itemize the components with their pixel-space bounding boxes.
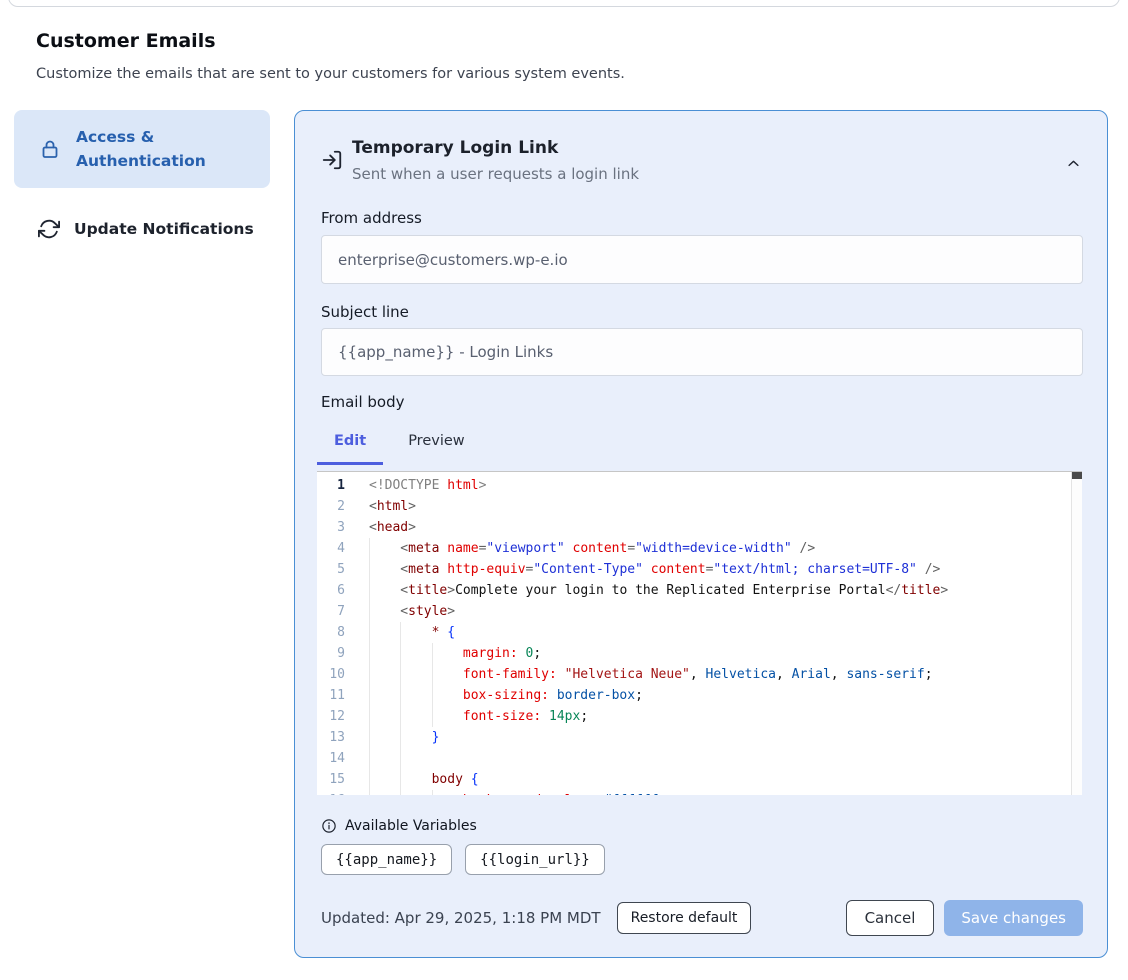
panel-subtitle: Sent when a user requests a login link [352,165,639,183]
cancel-button[interactable]: Cancel [846,900,935,936]
line-number: 12 [317,706,369,727]
code-editor-lines: 1<!DOCTYPE html>2<html>3<head>4 <meta na… [317,472,1082,795]
from-address-input[interactable] [321,235,1083,284]
code-line: 14 [317,748,1082,769]
code-line: 9 margin: 0; [317,643,1082,664]
line-number: 16 [317,790,369,795]
panel-footer: Updated: Apr 29, 2025, 1:18 PM MDT Resto… [321,900,1083,936]
code-line: 6 <title>Complete your login to the Repl… [317,580,1082,601]
sidebar-item-access-authentication[interactable]: Access & Authentication [14,110,270,188]
refresh-icon [38,218,60,240]
code-line: 15 body { [317,769,1082,790]
tab-preview[interactable]: Preview [391,433,481,465]
line-number: 8 [317,622,369,643]
variable-chip[interactable]: {{login_url}} [465,844,605,875]
save-changes-button[interactable]: Save changes [944,900,1083,936]
customer-emails-page: Customer Emails Customize the emails tha… [0,0,1128,980]
temporary-login-link-panel: Temporary Login Link Sent when a user re… [294,110,1108,958]
sidebar-item-label: Access & Authentication [76,125,246,173]
page-title: Customer Emails [36,30,216,52]
sidebar-item-update-notifications[interactable]: Update Notifications [14,209,270,249]
line-number: 10 [317,664,369,685]
info-icon [321,818,337,834]
updated-timestamp: Updated: Apr 29, 2025, 1:18 PM MDT [321,909,601,927]
line-number: 2 [317,496,369,517]
code-line: 8 * { [317,622,1082,643]
code-line: 12 font-size: 14px; [317,706,1082,727]
login-icon [321,149,343,171]
from-address-label: From address [321,209,422,227]
line-number: 11 [317,685,369,706]
subject-line-label: Subject line [321,303,409,321]
previous-card-bottom-edge [8,0,1120,7]
page-subtitle: Customize the emails that are sent to yo… [36,66,625,82]
line-number: 7 [317,601,369,622]
variable-chip[interactable]: {{app_name}} [321,844,452,875]
line-number: 1 [317,475,369,496]
available-variables-label: Available Variables [345,818,477,834]
collapse-panel-button[interactable] [1061,151,1085,175]
editor-scrollbar[interactable] [1071,472,1082,795]
lock-icon [38,137,62,161]
code-line: 2<html> [317,496,1082,517]
editor-scrollbar-thumb[interactable] [1072,472,1082,479]
code-line: 7 <style> [317,601,1082,622]
code-line: 16 background-color: #ffffff; [317,790,1082,795]
sidebar-item-label: Update Notifications [74,217,254,241]
code-line: 4 <meta name="viewport" content="width=d… [317,538,1082,559]
panel-title: Temporary Login Link [352,138,558,158]
code-line: 11 box-sizing: border-box; [317,685,1082,706]
tab-edit[interactable]: Edit [317,433,383,465]
line-number: 9 [317,643,369,664]
line-number: 14 [317,748,369,769]
line-number: 5 [317,559,369,580]
chevron-up-icon [1066,156,1081,171]
email-body-tabs: Edit Preview [317,433,490,465]
code-line: 1<!DOCTYPE html> [317,475,1082,496]
line-number: 3 [317,517,369,538]
email-body-label: Email body [321,393,404,411]
code-editor[interactable]: 1<!DOCTYPE html>2<html>3<head>4 <meta na… [317,471,1082,795]
subject-line-input[interactable] [321,328,1083,376]
available-variables-row: Available Variables [321,818,477,834]
line-number: 13 [317,727,369,748]
code-line: 13 } [317,727,1082,748]
restore-default-button[interactable]: Restore default [617,902,752,934]
line-number: 6 [317,580,369,601]
line-number: 15 [317,769,369,790]
code-line: 5 <meta http-equiv="Content-Type" conten… [317,559,1082,580]
line-number: 4 [317,538,369,559]
code-line: 10 font-family: "Helvetica Neue", Helvet… [317,664,1082,685]
code-line: 3<head> [317,517,1082,538]
variable-chips: {{app_name}} {{login_url}} [321,844,605,875]
